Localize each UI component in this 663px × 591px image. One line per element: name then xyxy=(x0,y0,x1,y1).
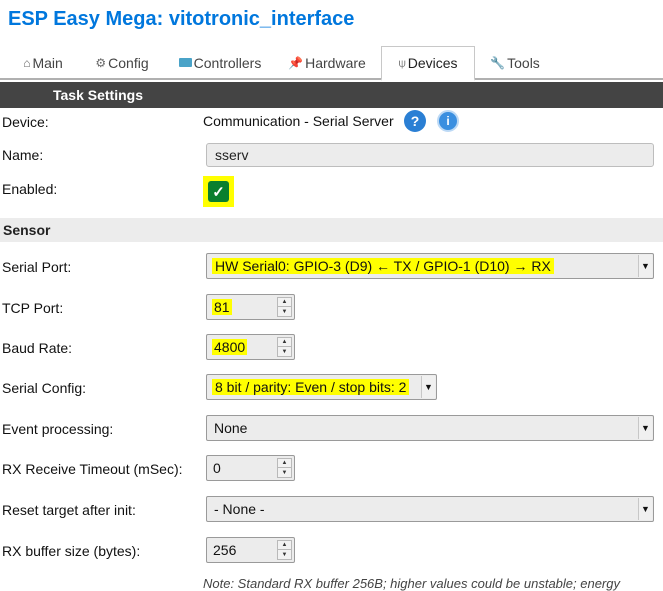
number-spinner[interactable]: ▲ ▼ xyxy=(277,540,292,560)
device-label: Device: xyxy=(2,114,49,130)
tab-label: Config xyxy=(108,54,149,71)
dropdown-arrow-icon: ▼ xyxy=(421,376,435,398)
baud-rate-label: Baud Rate: xyxy=(2,340,73,356)
serial-config-value: 8 bit / parity: Even / stop bits: 2 xyxy=(212,379,410,395)
enabled-highlight: ✓ xyxy=(203,176,234,207)
home-icon: ⌂ xyxy=(23,55,31,70)
tab-label: Tools xyxy=(507,54,540,71)
enabled-checkbox[interactable]: ✓ xyxy=(208,181,229,202)
rx-timeout-value: 0 xyxy=(213,460,221,476)
tcp-port-value: 81 xyxy=(212,299,232,315)
spin-up-icon[interactable]: ▲ xyxy=(278,541,291,550)
rx-buffer-note: Note: Standard RX buffer 256B; higher va… xyxy=(203,576,620,591)
event-processing-value: None xyxy=(214,420,248,436)
tab-main[interactable]: ⌂ Main xyxy=(8,46,78,79)
tab-controllers[interactable]: Controllers xyxy=(170,46,270,79)
spin-up-icon[interactable]: ▲ xyxy=(278,338,291,347)
tab-bar: ⌂ Main ⚙ Config Controllers 📌 Hardware ⍦… xyxy=(0,44,663,81)
tab-label: Devices xyxy=(407,55,458,71)
rx-timeout-label: RX Receive Timeout (mSec): xyxy=(2,461,183,477)
serial-port-select[interactable]: HW Serial0: GPIO-3 (D9) ← TX / GPIO-1 (D… xyxy=(206,253,654,279)
reset-target-select[interactable]: - None - ▼ xyxy=(206,496,654,522)
enabled-label: Enabled: xyxy=(2,181,58,197)
tab-tools[interactable]: 🔧 Tools xyxy=(480,46,550,79)
spin-down-icon[interactable]: ▼ xyxy=(278,550,291,559)
reset-target-value: - None - xyxy=(214,501,265,517)
reset-target-label: Reset target after init: xyxy=(2,502,136,518)
help-question-icon[interactable]: ? xyxy=(404,110,426,132)
rx-buffer-label: RX buffer size (bytes): xyxy=(2,543,141,559)
baud-rate-value: 4800 xyxy=(212,339,248,355)
spin-up-icon[interactable]: ▲ xyxy=(278,298,291,307)
tab-devices[interactable]: ⍦ Devices xyxy=(381,46,475,81)
tcp-port-input[interactable]: 81 ▲ ▼ xyxy=(206,294,295,320)
device-value: Communication - Serial Server xyxy=(203,113,394,129)
rx-buffer-input[interactable]: 256 ▲ ▼ xyxy=(206,537,295,563)
chat-icon xyxy=(178,58,192,67)
gear-icon: ⚙ xyxy=(95,55,107,70)
app-title: ESP Easy Mega: vitotronic_interface xyxy=(8,8,355,30)
tab-hardware[interactable]: 📌 Hardware xyxy=(282,46,372,79)
baud-rate-input[interactable]: 4800 ▲ ▼ xyxy=(206,334,295,360)
dropdown-arrow-icon: ▼ xyxy=(638,498,652,520)
number-spinner[interactable]: ▲ ▼ xyxy=(277,297,292,317)
spin-down-icon[interactable]: ▼ xyxy=(278,347,291,356)
name-label: Name: xyxy=(2,147,44,163)
dropdown-arrow-icon: ▼ xyxy=(638,255,652,277)
dropdown-arrow-icon: ▼ xyxy=(638,417,652,439)
tab-label: Controllers xyxy=(193,54,262,71)
pin-icon: 📌 xyxy=(288,55,304,70)
tcp-port-label: TCP Port: xyxy=(2,300,64,316)
spin-up-icon[interactable]: ▲ xyxy=(278,459,291,468)
serial-port-label: Serial Port: xyxy=(2,259,72,275)
tab-config[interactable]: ⚙ Config xyxy=(82,46,162,79)
plug-icon: ⍦ xyxy=(398,55,406,70)
section-title: Sensor xyxy=(3,222,51,238)
serial-config-select[interactable]: 8 bit / parity: Even / stop bits: 2 ▼ xyxy=(206,374,437,400)
number-spinner[interactable]: ▲ ▼ xyxy=(277,337,292,357)
serial-config-label: Serial Config: xyxy=(2,380,87,396)
serial-port-value: HW Serial0: GPIO-3 (D9) ← TX / GPIO-1 (D… xyxy=(212,258,554,274)
number-spinner[interactable]: ▲ ▼ xyxy=(277,458,292,478)
spin-down-icon[interactable]: ▼ xyxy=(278,307,291,316)
tab-label: Hardware xyxy=(305,54,366,71)
rx-buffer-value: 256 xyxy=(213,542,237,558)
event-processing-label: Event processing: xyxy=(2,421,114,437)
section-title: Task Settings xyxy=(53,87,143,103)
tab-label: Main xyxy=(32,54,63,71)
sensor-header: Sensor xyxy=(0,218,663,242)
info-icon[interactable]: i xyxy=(437,110,459,132)
rx-timeout-input[interactable]: 0 ▲ ▼ xyxy=(206,455,295,481)
name-input[interactable]: sserv xyxy=(206,143,654,167)
event-processing-select[interactable]: None ▼ xyxy=(206,415,654,441)
wrench-icon: 🔧 xyxy=(490,55,506,70)
task-settings-header: Task Settings xyxy=(0,82,663,108)
spin-down-icon[interactable]: ▼ xyxy=(278,468,291,477)
